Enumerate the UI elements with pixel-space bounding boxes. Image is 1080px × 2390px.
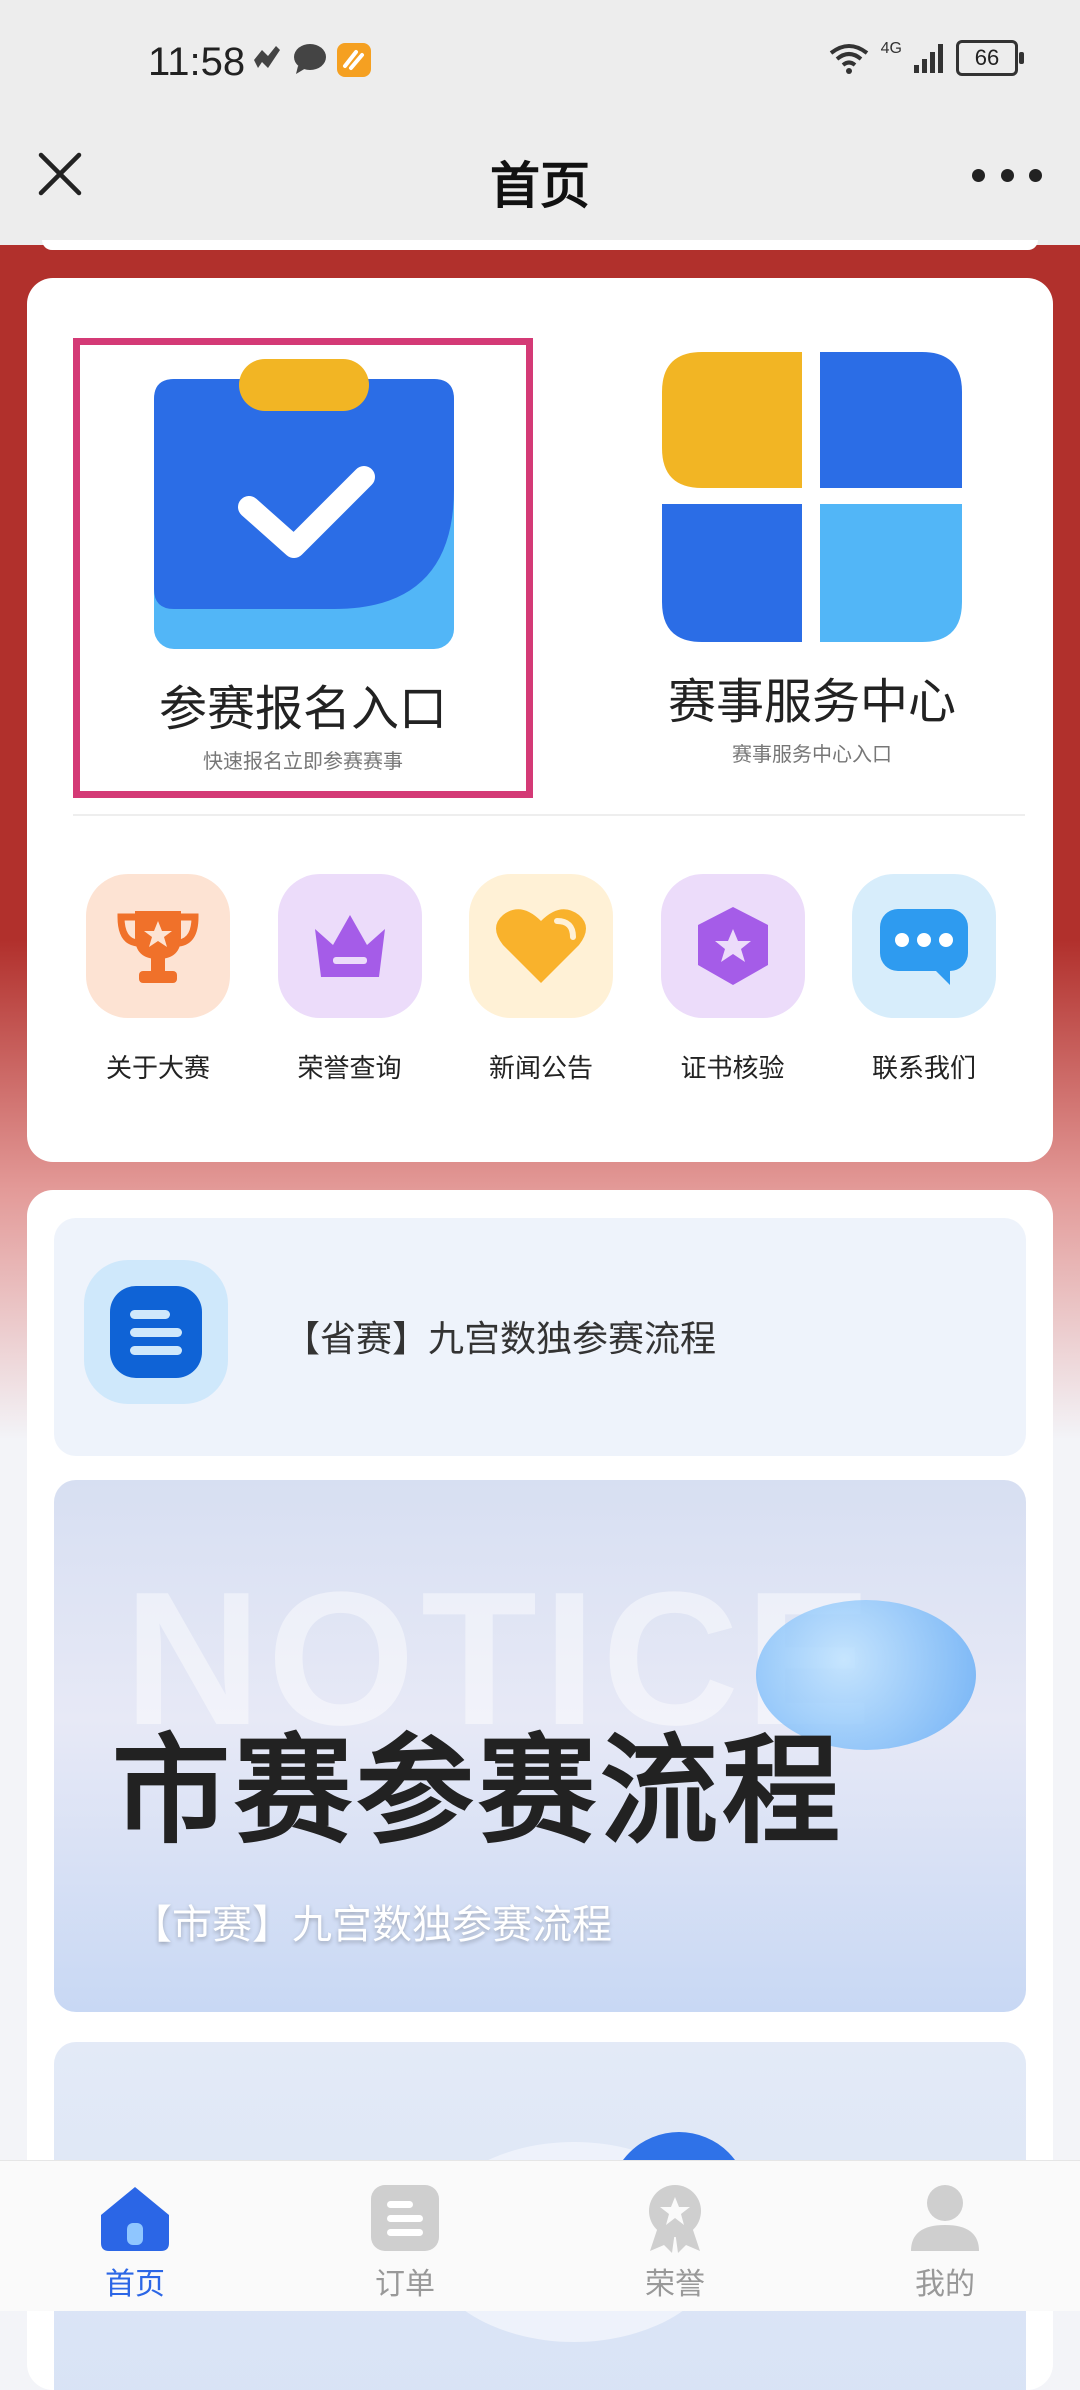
signal-icon	[914, 44, 943, 73]
more-dot-icon	[972, 168, 985, 182]
user-icon	[911, 2185, 979, 2251]
status-time: 11:58	[148, 40, 246, 84]
network-type: 4G	[880, 40, 902, 57]
registration-subtitle: 快速报名立即参赛赛事	[203, 749, 403, 773]
registration-entry[interactable]: 参赛报名入口 快速报名立即参赛赛事	[73, 338, 533, 798]
tab-label: 我的	[915, 2267, 975, 2302]
order-icon	[371, 2185, 439, 2251]
tab-mine[interactable]: 我的	[810, 2161, 1080, 2311]
message-icon	[294, 44, 326, 74]
wifi-icon	[829, 44, 868, 74]
notification-icons	[250, 42, 372, 78]
bottom-tab-bar: 首页 订单 荣誉 我的	[0, 2160, 1080, 2311]
status-bar: 11:58 4G 66	[0, 0, 1080, 130]
home-icon	[101, 2187, 169, 2251]
orange-app-icon	[337, 43, 371, 77]
trophy-icon	[86, 874, 230, 1018]
tab-label: 订单	[375, 2267, 435, 2302]
service-center-entry[interactable]: 赛事服务中心 赛事服务中心入口	[592, 338, 1032, 798]
more-dot-icon	[1029, 168, 1042, 182]
heart-icon	[469, 874, 613, 1018]
more-options-button[interactable]	[972, 160, 1042, 190]
tab-home[interactable]: 首页	[0, 2161, 270, 2311]
crown-icon	[277, 874, 422, 1018]
chat-icon	[852, 874, 996, 1018]
city-competition-banner[interactable]: NOTICE 市赛参赛流程 【市赛】九宫数独参赛流程	[54, 1480, 1026, 2012]
navigation-bar: 首页	[0, 130, 1080, 245]
quick-link-label: 联系我们	[871, 1054, 976, 1084]
quick-link-about[interactable]: 关于大赛	[67, 874, 249, 1085]
banner-title: 市赛参赛流程	[112, 1722, 845, 1860]
service-center-subtitle: 赛事服务中心入口	[732, 742, 892, 766]
page-title: 首页	[490, 157, 590, 215]
card-peek	[42, 240, 1038, 250]
app-notification-icon	[254, 46, 280, 68]
tab-label: 荣誉	[645, 2267, 705, 2302]
quick-link-certificate[interactable]: 证书核验	[642, 874, 824, 1085]
news-item[interactable]: 【省赛】九宫数独参赛流程	[54, 1218, 1026, 1456]
grid-apps-icon	[662, 352, 962, 642]
quick-link-label: 关于大赛	[105, 1054, 210, 1084]
tab-orders[interactable]: 订单	[270, 2161, 540, 2311]
document-icon	[84, 1260, 228, 1404]
tab-label: 首页	[105, 2267, 165, 2302]
quick-link-honor-query[interactable]: 荣誉查询	[259, 874, 441, 1085]
more-dot-icon	[1000, 168, 1014, 182]
quick-link-label: 荣誉查询	[297, 1054, 402, 1084]
quick-link-label: 证书核验	[680, 1054, 785, 1084]
service-center-title: 赛事服务中心	[667, 674, 956, 730]
battery-indicator: 66	[956, 40, 1024, 76]
clipboard-check-icon	[154, 359, 454, 649]
status-right: 4G 66	[827, 40, 1024, 76]
star-badge-icon	[660, 874, 805, 1018]
divider	[73, 814, 1025, 816]
medal-icon	[649, 2185, 701, 2253]
quick-link-contact[interactable]: 联系我们	[833, 874, 1015, 1085]
quick-link-label: 新闻公告	[488, 1054, 593, 1084]
banner-subtitle: 【市赛】九宫数独参赛流程	[132, 1902, 612, 1948]
registration-title: 参赛报名入口	[158, 681, 447, 737]
main-entry-card: 参赛报名入口 快速报名立即参赛赛事 赛事服务中心 赛事服务中心入口 关于大赛 荣…	[27, 278, 1053, 1162]
quick-links: 关于大赛 荣誉查询 新闻公告 证书核验 联系我们	[67, 874, 1015, 1085]
quick-link-news[interactable]: 新闻公告	[450, 874, 632, 1085]
news-title: 【省赛】九宫数独参赛流程	[284, 1319, 717, 1360]
tab-honor[interactable]: 荣誉	[540, 2161, 810, 2311]
